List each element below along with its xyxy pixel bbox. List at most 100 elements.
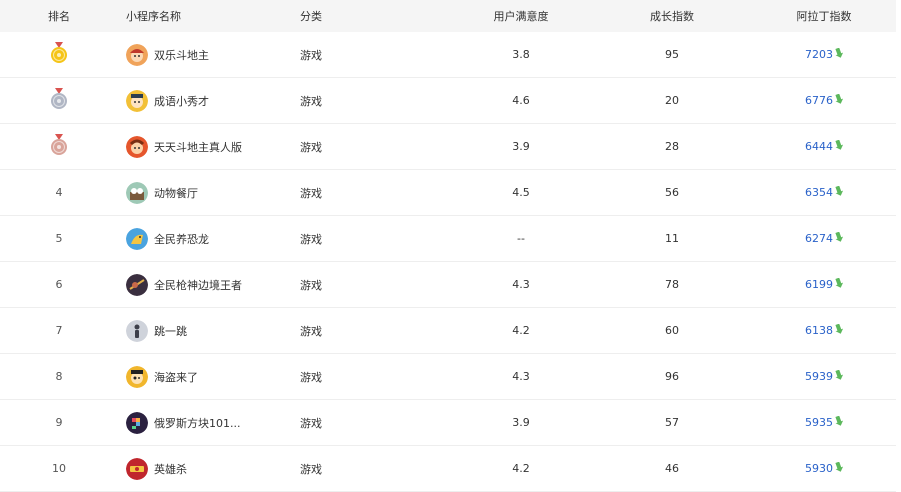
growth-cell: 46 <box>665 462 679 475</box>
aladdin-index-cell[interactable]: 5935 <box>752 416 896 430</box>
aladdin-index-cell[interactable]: 6776 <box>752 94 896 108</box>
aladdin-index-link[interactable]: 6199 <box>805 278 833 291</box>
rank-cell: 10 <box>0 462 118 475</box>
rank-cell: 5 <box>0 232 118 245</box>
aladdin-index-cell[interactable]: 6354 <box>752 186 896 200</box>
growth-cell: 20 <box>665 94 679 107</box>
tetris-avatar <box>126 411 148 434</box>
aladdin-index-cell[interactable]: 5930 <box>752 462 896 476</box>
category-cell: 游戏 <box>300 48 322 62</box>
jump-avatar <box>126 319 148 342</box>
satisfaction-cell: 4.3 <box>512 278 530 291</box>
name-cell[interactable]: 动物餐厅 <box>118 181 290 204</box>
name-cell[interactable]: 成语小秀才 <box>118 89 290 112</box>
app-name[interactable]: 俄罗斯方块101... <box>154 415 241 431</box>
aladdin-index-cell[interactable]: 6274 <box>752 232 896 246</box>
growth-cell: 95 <box>665 48 679 61</box>
trend-down-arrow-icon <box>835 415 844 429</box>
table-row[interactable]: 5 全民养恐龙 游戏 -- 11 6274 <box>0 216 896 262</box>
satisfaction-cell: 4.2 <box>512 462 530 475</box>
trend-down-arrow-icon <box>835 139 844 153</box>
growth-cell: 57 <box>665 416 679 429</box>
table-header: 排名 小程序名称 分类 用户满意度 成长指数 阿拉丁指数 <box>0 0 896 32</box>
growth-cell: 28 <box>665 140 679 153</box>
category-cell: 游戏 <box>300 186 322 200</box>
satisfaction-cell: 3.9 <box>512 140 530 153</box>
header-rank: 排名 <box>48 10 70 23</box>
app-name[interactable]: 全民养恐龙 <box>154 231 209 247</box>
bronze-medal-icon <box>50 134 68 159</box>
name-cell[interactable]: 天天斗地主真人版 <box>118 135 290 158</box>
table-row[interactable]: 7 跳一跳 游戏 4.2 60 6138 <box>0 308 896 354</box>
rank-cell: 4 <box>0 186 118 199</box>
table-row[interactable]: 8 海盗来了 游戏 4.3 96 5939 <box>0 354 896 400</box>
table-row[interactable]: 6 全民枪神边境王者 游戏 4.3 78 6199 <box>0 262 896 308</box>
header-aladdin-index[interactable]: 阿拉丁指数 <box>752 8 896 24</box>
category-cell: 游戏 <box>300 324 322 338</box>
aladdin-index-cell[interactable]: 7203 <box>752 48 896 62</box>
rank-cell <box>0 42 118 67</box>
table-row[interactable]: 10 英雄杀 游戏 4.2 46 5930 <box>0 446 896 492</box>
satisfaction-cell: 4.3 <box>512 370 530 383</box>
name-cell[interactable]: 双乐斗地主 <box>118 43 290 66</box>
rank-cell <box>0 134 118 159</box>
rank-cell: 7 <box>0 324 118 337</box>
rank-number: 7 <box>55 324 63 337</box>
name-cell[interactable]: 全民养恐龙 <box>118 227 290 250</box>
growth-cell: 11 <box>665 232 679 245</box>
idiom-scholar-avatar <box>126 89 148 112</box>
aladdin-index-cell[interactable]: 6444 <box>752 140 896 154</box>
gun-god-avatar <box>126 273 148 296</box>
app-name[interactable]: 海盗来了 <box>154 369 198 385</box>
aladdin-index-link[interactable]: 6444 <box>805 140 833 153</box>
aladdin-index-cell[interactable]: 5939 <box>752 370 896 384</box>
name-cell[interactable]: 英雄杀 <box>118 457 290 480</box>
trend-down-arrow-icon <box>835 93 844 107</box>
app-name[interactable]: 全民枪神边境王者 <box>154 277 242 293</box>
growth-cell: 56 <box>665 186 679 199</box>
rank-number: 6 <box>55 278 63 291</box>
rank-cell: 6 <box>0 278 118 291</box>
header-satisfaction[interactable]: 用户满意度 <box>450 8 592 24</box>
rank-cell: 8 <box>0 370 118 383</box>
aladdin-index-link[interactable]: 5939 <box>805 370 833 383</box>
aladdin-index-cell[interactable]: 6138 <box>752 324 896 338</box>
header-growth[interactable]: 成长指数 <box>592 8 752 24</box>
category-cell: 游戏 <box>300 370 322 384</box>
table-row[interactable]: 4 动物餐厅 游戏 4.5 56 6354 <box>0 170 896 216</box>
satisfaction-cell: 4.2 <box>512 324 530 337</box>
app-name[interactable]: 跳一跳 <box>154 323 187 339</box>
name-cell[interactable]: 全民枪神边境王者 <box>118 273 290 296</box>
aladdin-index-cell[interactable]: 6199 <box>752 278 896 292</box>
aladdin-index-link[interactable]: 6138 <box>805 324 833 337</box>
app-name[interactable]: 天天斗地主真人版 <box>154 139 242 155</box>
satisfaction-cell: 4.5 <box>512 186 530 199</box>
doudizhu-avatar <box>126 43 148 66</box>
aladdin-index-link[interactable]: 6776 <box>805 94 833 107</box>
app-name[interactable]: 动物餐厅 <box>154 185 198 201</box>
aladdin-index-link[interactable]: 7203 <box>805 48 833 61</box>
header-name: 小程序名称 <box>126 10 181 23</box>
trend-down-arrow-icon <box>835 369 844 383</box>
name-cell[interactable]: 跳一跳 <box>118 319 290 342</box>
aladdin-index-link[interactable]: 5930 <box>805 462 833 475</box>
satisfaction-cell: -- <box>517 232 525 245</box>
table-row[interactable]: 天天斗地主真人版 游戏 3.9 28 6444 <box>0 124 896 170</box>
name-cell[interactable]: 俄罗斯方块101... <box>118 411 290 434</box>
table-body: 双乐斗地主 游戏 3.8 95 7203 成语小秀才 游戏 4.6 20 6776 天天斗地主真人版… <box>0 32 896 492</box>
growth-cell: 96 <box>665 370 679 383</box>
app-name[interactable]: 成语小秀才 <box>154 93 209 109</box>
aladdin-index-link[interactable]: 6354 <box>805 186 833 199</box>
table-row[interactable]: 9 俄罗斯方块101... 游戏 3.9 57 5935 <box>0 400 896 446</box>
app-name[interactable]: 双乐斗地主 <box>154 47 209 63</box>
name-cell[interactable]: 海盗来了 <box>118 365 290 388</box>
aladdin-index-link[interactable]: 5935 <box>805 416 833 429</box>
category-cell: 游戏 <box>300 278 322 292</box>
table-row[interactable]: 成语小秀才 游戏 4.6 20 6776 <box>0 78 896 124</box>
app-name[interactable]: 英雄杀 <box>154 461 187 477</box>
rank-number: 4 <box>55 186 63 199</box>
ranking-table: 排名 小程序名称 分类 用户满意度 成长指数 阿拉丁指数 双乐斗地主 游戏 3.8 9… <box>0 0 896 492</box>
aladdin-index-link[interactable]: 6274 <box>805 232 833 245</box>
doudizhu-real-avatar <box>126 135 148 158</box>
table-row[interactable]: 双乐斗地主 游戏 3.8 95 7203 <box>0 32 896 78</box>
